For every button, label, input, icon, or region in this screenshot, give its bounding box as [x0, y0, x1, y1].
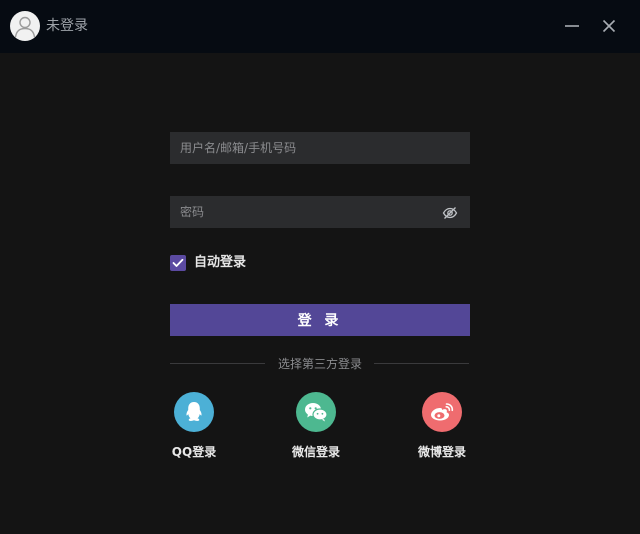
minimize-button[interactable]	[560, 13, 584, 37]
username-field	[170, 132, 470, 164]
divider-line-right	[374, 363, 469, 364]
auto-login-option[interactable]: 自动登录	[170, 255, 246, 271]
weibo-login-button[interactable]: 微博登录	[402, 392, 482, 460]
user-icon[interactable]	[10, 11, 40, 41]
wechat-login-label: 微信登录	[291, 445, 340, 459]
auto-login-checkbox[interactable]	[170, 255, 186, 271]
username-input[interactable]	[170, 132, 470, 164]
close-button[interactable]	[597, 13, 621, 37]
wechat-icon[interactable]	[296, 392, 336, 432]
login-button[interactable]: 登 录	[170, 304, 470, 336]
divider-line-left	[170, 363, 265, 364]
minimize-icon	[565, 25, 579, 27]
wechat-login-button[interactable]: 微信登录	[276, 392, 356, 460]
eye-off-icon[interactable]	[442, 205, 458, 219]
third-party-divider-text: 选择第三方登录	[277, 357, 362, 371]
close-icon	[602, 19, 616, 33]
qq-login-button[interactable]: QQ登录	[154, 392, 234, 460]
qq-icon[interactable]	[174, 392, 214, 432]
weibo-icon[interactable]	[422, 392, 462, 432]
password-input[interactable]	[170, 196, 470, 228]
auto-login-label[interactable]: 自动登录	[194, 255, 246, 271]
login-status-text[interactable]: 未登录	[46, 16, 88, 36]
qq-login-label: QQ登录	[171, 445, 217, 459]
title-bar: 未登录	[0, 0, 640, 53]
weibo-login-label: 微博登录	[417, 445, 466, 459]
login-window: 未登录 自	[0, 0, 640, 534]
check-icon	[172, 258, 184, 267]
password-field	[170, 196, 470, 228]
